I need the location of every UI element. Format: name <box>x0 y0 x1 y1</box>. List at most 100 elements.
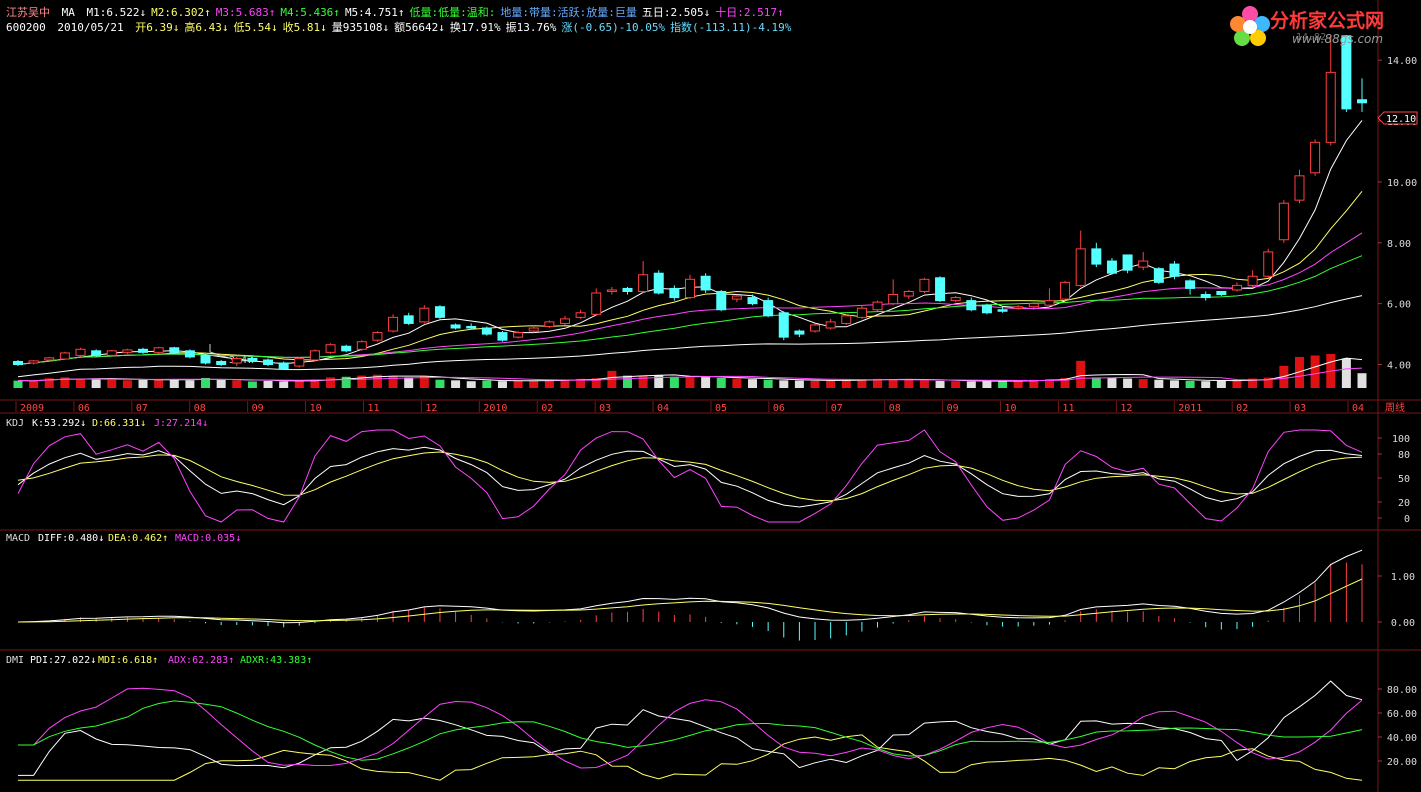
candle-body-57 <box>903 290 914 297</box>
ma-value-4: M5:4.751↑ <box>344 6 405 19</box>
x-axis-label-11: 04 <box>657 403 669 414</box>
candle-body-24 <box>388 316 399 332</box>
candle-body-3 <box>59 352 70 360</box>
price-tick-label-0: 14.00 <box>1387 56 1417 67</box>
volume-bar-15 <box>247 381 257 388</box>
volume-bar-29 <box>466 381 476 388</box>
kdj-tick-label-3: 20 <box>1398 498 1410 509</box>
period-label: 周线 <box>1385 401 1405 414</box>
kdj-k-value: K:53.292↓ <box>32 418 86 429</box>
dmi-tick-label-1: 60.00 <box>1387 709 1417 720</box>
candle-body-49 <box>778 312 789 338</box>
price-tick-label-2: 10.00 <box>1387 178 1417 189</box>
candle-body-14 <box>231 357 242 364</box>
ma-value-0: M1:6.522↓ <box>86 6 147 19</box>
volume-bar-10 <box>169 379 179 388</box>
candle-body-16 <box>263 359 274 366</box>
candle-body-44 <box>700 275 711 291</box>
x-axis-label-19: 12 <box>1120 403 1132 414</box>
volume-bar-86 <box>1357 373 1367 388</box>
chart-canvas[interactable]: 14.0012.0010.008.006.004.0012.103.4714.8… <box>0 0 1421 792</box>
candle-body-13 <box>216 360 227 366</box>
candle-body-71 <box>1122 254 1133 271</box>
kdj-line-K <box>17 446 1363 508</box>
candle-body-68 <box>1075 248 1086 286</box>
candle-body-40 <box>638 274 649 292</box>
candle-body-26 <box>419 307 430 323</box>
quote-value-6: 换17.91% <box>449 21 501 34</box>
site-logo[interactable]: 分析家公式网 www.88gs.com <box>1228 2 1418 52</box>
candle-body-59 <box>935 277 946 302</box>
volume-bar-47 <box>748 379 758 388</box>
volume-bar-48 <box>763 379 773 388</box>
x-axis-label-4: 09 <box>252 403 264 414</box>
volume-bar-34 <box>544 380 554 388</box>
macd-diff-value: DIFF:0.480↓ <box>38 533 104 544</box>
stock-code: 600200 <box>6 21 46 34</box>
dmi-tick-label-0: 80.00 <box>1387 685 1417 696</box>
candle-body-46 <box>731 295 742 300</box>
candle-body-69 <box>1091 248 1102 265</box>
candle-body-74 <box>1169 263 1180 277</box>
candle-body-60 <box>950 297 961 302</box>
candle-body-27 <box>434 306 445 318</box>
ma-value-6: 地量:带量:活跃:放量:巨量 <box>500 6 637 19</box>
volume-bar-26 <box>419 376 429 388</box>
candle-body-80 <box>1263 251 1274 277</box>
candle-body-77 <box>1216 290 1227 296</box>
volume-bar-16 <box>263 380 273 388</box>
volume-bar-57 <box>904 379 914 388</box>
volume-bar-68 <box>1076 360 1086 388</box>
dmi-tick-label-3: 20.00 <box>1387 757 1417 768</box>
price-tick-label-3: 8.00 <box>1387 239 1411 250</box>
candle-body-42 <box>669 287 680 299</box>
kdj-j-value: J:27.214↓ <box>154 418 208 429</box>
candle-body-31 <box>497 332 508 341</box>
volume-bar-44 <box>701 377 711 388</box>
candle-body-20 <box>325 344 336 353</box>
quote-value-0: 开6.39↓ <box>135 21 180 34</box>
x-axis-label-21: 02 <box>1236 403 1248 414</box>
candle-body-72 <box>1138 260 1149 268</box>
volume-bar-73 <box>1154 379 1164 388</box>
quote-value-8: 涨(-0.65)-10.05% <box>561 21 666 34</box>
volume-bar-8 <box>138 379 148 388</box>
candle-body-34 <box>544 321 555 327</box>
candle-body-12 <box>200 354 211 364</box>
candle-body-64 <box>1013 306 1024 309</box>
x-axis-label-17: 10 <box>1005 403 1017 414</box>
candle-body-70 <box>1106 260 1117 274</box>
candle-body-0 <box>13 360 23 366</box>
kdj-d-value: D:66.331↓ <box>92 418 146 429</box>
candle-body-65 <box>1028 303 1039 308</box>
candle-body-8 <box>138 348 149 353</box>
dmi-line-adxr <box>18 700 1363 761</box>
candle-body-54 <box>856 307 867 318</box>
dmi-pdi-value: PDI:27.022↓ <box>30 655 96 666</box>
volume-bar-71 <box>1123 378 1133 388</box>
candle-body-81 <box>1278 202 1289 241</box>
quote-date: 2010/05/21 <box>57 21 124 34</box>
stock-name: 江苏吴中 <box>6 6 50 19</box>
candle-body-30 <box>481 327 492 335</box>
dmi-adx-value: ADX:62.283↑ <box>168 655 234 666</box>
dmi-adxr-value: ADXR:43.383↑ <box>240 655 312 666</box>
macd-tick-label-1: 0.00 <box>1391 618 1415 629</box>
candle-body-5 <box>91 350 102 356</box>
candle-body-52 <box>825 321 836 329</box>
volume-bar-4 <box>76 378 86 388</box>
macd-tick-label-0: 1.00 <box>1391 572 1415 583</box>
candle-body-83 <box>1310 141 1321 174</box>
candle-body-56 <box>888 294 899 305</box>
dmi-title: DMI <box>6 655 24 666</box>
candle-body-9 <box>153 347 164 353</box>
x-axis-label-13: 06 <box>773 403 785 414</box>
candle-body-10 <box>169 347 180 353</box>
volume-bar-7 <box>122 380 132 388</box>
current-price-label: 12.10 <box>1386 114 1416 125</box>
volume-bar-25 <box>404 377 414 388</box>
candle-body-67 <box>1060 281 1071 300</box>
candle-body-82 <box>1294 175 1305 201</box>
x-axis-label-16: 09 <box>947 403 959 414</box>
ma-value-7: 五日:2.505↓ <box>641 6 711 19</box>
